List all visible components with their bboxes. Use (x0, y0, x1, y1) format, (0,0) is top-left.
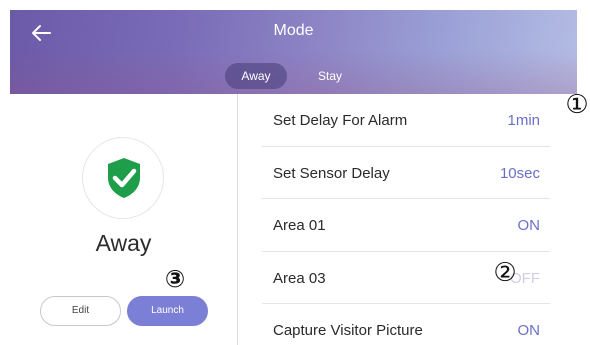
setting-row-delay-alarm[interactable]: Set Delay For Alarm 1min (262, 94, 550, 147)
setting-label: Capture Visitor Picture (273, 322, 423, 339)
setting-value: 1min (507, 112, 540, 129)
launch-button[interactable]: Launch (127, 296, 208, 326)
setting-value[interactable]: ON (518, 217, 541, 234)
mode-label: Away (95, 230, 152, 256)
shield-check-icon (108, 158, 140, 198)
setting-row-area-01[interactable]: Area 01 ON (262, 199, 550, 252)
tab-stay[interactable]: Stay (302, 63, 358, 89)
callout-2: ② (493, 258, 517, 288)
settings-list: Set Delay For Alarm 1min Set Sensor Dela… (262, 94, 550, 345)
setting-label: Set Delay For Alarm (273, 112, 408, 129)
setting-label: Set Sensor Delay (273, 164, 390, 182)
top-strip (0, 0, 590, 10)
setting-value: 10sec (499, 164, 540, 182)
callout-1: ① (565, 90, 589, 120)
panel-divider (237, 94, 238, 345)
tab-away[interactable]: Away (225, 63, 287, 89)
setting-label: Area 03 (273, 269, 326, 287)
callout-3: ③ (164, 265, 186, 293)
setting-value[interactable]: ON (518, 322, 541, 339)
status-circle (82, 137, 164, 219)
setting-label: Area 01 (273, 217, 326, 234)
mode-tabs: Away Stay (10, 63, 577, 89)
page-title: Mode (273, 22, 314, 39)
setting-row-sensor-delay[interactable]: Set Sensor Delay 10sec (262, 147, 550, 199)
setting-row-capture-visitor[interactable]: Capture Visitor Picture ON (262, 304, 550, 345)
header: Mode Away Stay (10, 10, 577, 94)
edit-button[interactable]: Edit (40, 296, 121, 326)
